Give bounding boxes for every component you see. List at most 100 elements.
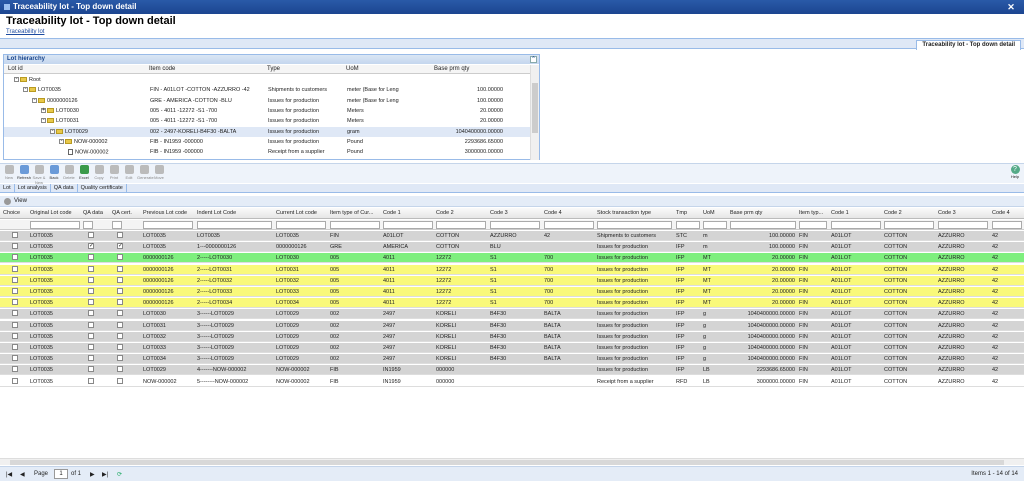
qa-cert-checkbox[interactable]: [117, 321, 123, 328]
hierarchy-row[interactable]: - NOW-000002 FIB - IN1959 -000000 Issues fo…: [4, 137, 531, 147]
table-row[interactable]: LOT0035 LOT0029 4-------NOW-000002 NOW-0000…: [0, 365, 1024, 376]
print-button[interactable]: Print: [107, 165, 121, 180]
col-header[interactable]: QA data: [83, 210, 103, 216]
filter-input[interactable]: [703, 221, 727, 229]
table-row[interactable]: LOT0035 0000000126 2-----LOT0030 LOT0030 005…: [0, 253, 1024, 264]
filter-input[interactable]: [330, 221, 380, 229]
breadcrumb[interactable]: Traceability lot: [6, 29, 44, 35]
col-header[interactable]: QA cert.: [112, 210, 132, 216]
col-header[interactable]: Tmp: [676, 210, 687, 216]
qa-cert-checkbox[interactable]: [117, 276, 123, 283]
col-header[interactable]: Original Lot code: [30, 210, 72, 216]
col-item-code[interactable]: Item code: [149, 66, 175, 72]
next-page-icon[interactable]: ▶: [90, 471, 95, 478]
hierarchy-row[interactable]: - LOT0029 002 - 2497-KORELI-B4F30 -BALTA Is…: [4, 126, 531, 137]
filter-input[interactable]: [992, 221, 1022, 229]
qa-cert-checkbox[interactable]: [117, 265, 123, 272]
table-row[interactable]: LOT0035 0000000126 2-----LOT0034 LOT0034 005…: [0, 298, 1024, 309]
choice-checkbox[interactable]: [12, 288, 18, 294]
col-header[interactable]: Choice: [3, 210, 20, 216]
hierarchy-row[interactable]: - Root: [4, 75, 531, 85]
hierarchy-row[interactable]: - LOT0035 FIN - A01LOT -COTTON -AZZURRO -4…: [4, 85, 531, 95]
choice-checkbox[interactable]: [12, 310, 18, 317]
table-row[interactable]: LOT0035 LOT0032 3------LOT0029 LOT0029 002 24…: [0, 331, 1024, 342]
lot-hierarchy-scrollbar[interactable]: [530, 65, 539, 160]
col-header[interactable]: Base prm qty: [730, 210, 762, 216]
qa-cert-checkbox[interactable]: [117, 332, 123, 339]
choice-checkbox[interactable]: [12, 299, 18, 306]
qa-cert-checkbox[interactable]: [117, 377, 123, 384]
qa-cert-checkbox[interactable]: [117, 288, 123, 294]
edit-button[interactable]: Edit: [122, 165, 136, 180]
filter-input[interactable]: [197, 221, 272, 229]
filter-input[interactable]: [112, 221, 122, 229]
filter-input[interactable]: [597, 221, 672, 229]
last-page-icon[interactable]: ▶|: [102, 471, 108, 478]
qa-data-checkbox[interactable]: [88, 232, 94, 238]
filter-input[interactable]: [831, 221, 881, 229]
page-input[interactable]: 1: [54, 469, 68, 479]
filter-input[interactable]: [83, 221, 93, 229]
table-row[interactable]: LOT0035 LOT0035 1---0000000126 0000000126 GR…: [0, 242, 1024, 253]
table-row[interactable]: LOT0035 LOT0030 3------LOT0029 LOT0029 002 24…: [0, 309, 1024, 320]
qa-cert-checkbox[interactable]: [117, 310, 123, 317]
filter-input[interactable]: [884, 221, 934, 229]
col-header[interactable]: Item typ...: [799, 210, 823, 216]
collapse-icon[interactable]: -: [59, 138, 64, 144]
choice-checkbox[interactable]: [12, 232, 18, 238]
qa-cert-checkbox[interactable]: [117, 344, 123, 350]
table-row[interactable]: LOT0035 0000000126 2-----LOT0032 LOT0032 005…: [0, 275, 1024, 286]
filter-input[interactable]: [143, 221, 193, 229]
refresh-icon[interactable]: ⟳: [117, 471, 122, 478]
col-header[interactable]: Code 4: [992, 210, 1010, 216]
copy-button[interactable]: Copy: [92, 165, 106, 180]
qa-data-checkbox[interactable]: [88, 265, 94, 272]
col-header[interactable]: Code 3: [490, 210, 508, 216]
choice-checkbox[interactable]: [12, 321, 18, 328]
choice-checkbox[interactable]: [12, 243, 18, 250]
choice-checkbox[interactable]: [12, 276, 18, 283]
table-row[interactable]: LOT0035 LOT0035 LOT0035 LOT0035 FIN A01LOT COT…: [0, 231, 1024, 241]
save-new-button[interactable]: Save & New: [32, 165, 46, 185]
qa-cert-checkbox[interactable]: [117, 366, 123, 373]
qa-data-checkbox[interactable]: [88, 276, 94, 283]
choice-checkbox[interactable]: [12, 254, 18, 261]
hierarchy-row[interactable]: - 0000000126 GRE - AMERICA -COTTON -BLU Iss…: [4, 96, 531, 106]
col-header[interactable]: Code 2: [884, 210, 902, 216]
table-row[interactable]: LOT0035 0000000126 2-----LOT0033 LOT0033 005…: [0, 287, 1024, 297]
table-row[interactable]: LOT0035 LOT0031 3------LOT0029 LOT0029 002 24…: [0, 320, 1024, 331]
choice-checkbox[interactable]: [12, 366, 18, 373]
filter-input[interactable]: [544, 221, 594, 229]
qa-cert-checkbox[interactable]: [117, 355, 123, 362]
qa-cert-checkbox[interactable]: [117, 232, 123, 238]
prev-page-icon[interactable]: ◀: [20, 471, 25, 478]
col-lot-id[interactable]: Lot id: [8, 66, 23, 72]
filter-input[interactable]: [436, 221, 486, 229]
collapse-icon[interactable]: -: [32, 97, 37, 103]
collapse-icon[interactable]: -: [14, 76, 19, 83]
filter-input[interactable]: [30, 221, 80, 229]
table-row[interactable]: LOT0035 LOT0033 3------LOT0029 LOT0029 002 24…: [0, 343, 1024, 353]
col-header[interactable]: UoM: [703, 210, 715, 216]
tab-top-down-detail[interactable]: Traceability lot - Top down detail: [916, 40, 1021, 50]
col-header[interactable]: Previous Lot code: [143, 210, 187, 216]
filter-input[interactable]: [276, 221, 326, 229]
hierarchy-row[interactable]: + LOT0030 005 - 4011 -12272 -S1 -700 Issues…: [4, 106, 531, 116]
close-icon[interactable]: ✕: [1006, 2, 1016, 12]
qa-data-checkbox[interactable]: [88, 366, 94, 373]
qa-data-checkbox[interactable]: [88, 242, 94, 250]
new-button[interactable]: New: [2, 165, 16, 180]
first-page-icon[interactable]: |◀: [6, 471, 12, 478]
collapse-icon[interactable]: -: [41, 117, 46, 124]
col-header[interactable]: Code 1: [831, 210, 849, 216]
choice-checkbox[interactable]: [12, 355, 18, 362]
collapse-icon[interactable]: -: [23, 87, 28, 93]
qa-data-checkbox[interactable]: [88, 288, 94, 294]
collapse-icon[interactable]: ⌃: [530, 56, 537, 63]
col-header[interactable]: Code 2: [436, 210, 454, 216]
qa-cert-checkbox[interactable]: [117, 242, 123, 250]
col-uom[interactable]: UoM: [346, 66, 359, 72]
qa-cert-checkbox[interactable]: [117, 254, 123, 261]
choice-checkbox[interactable]: [12, 377, 18, 384]
qa-data-checkbox[interactable]: [88, 355, 94, 362]
